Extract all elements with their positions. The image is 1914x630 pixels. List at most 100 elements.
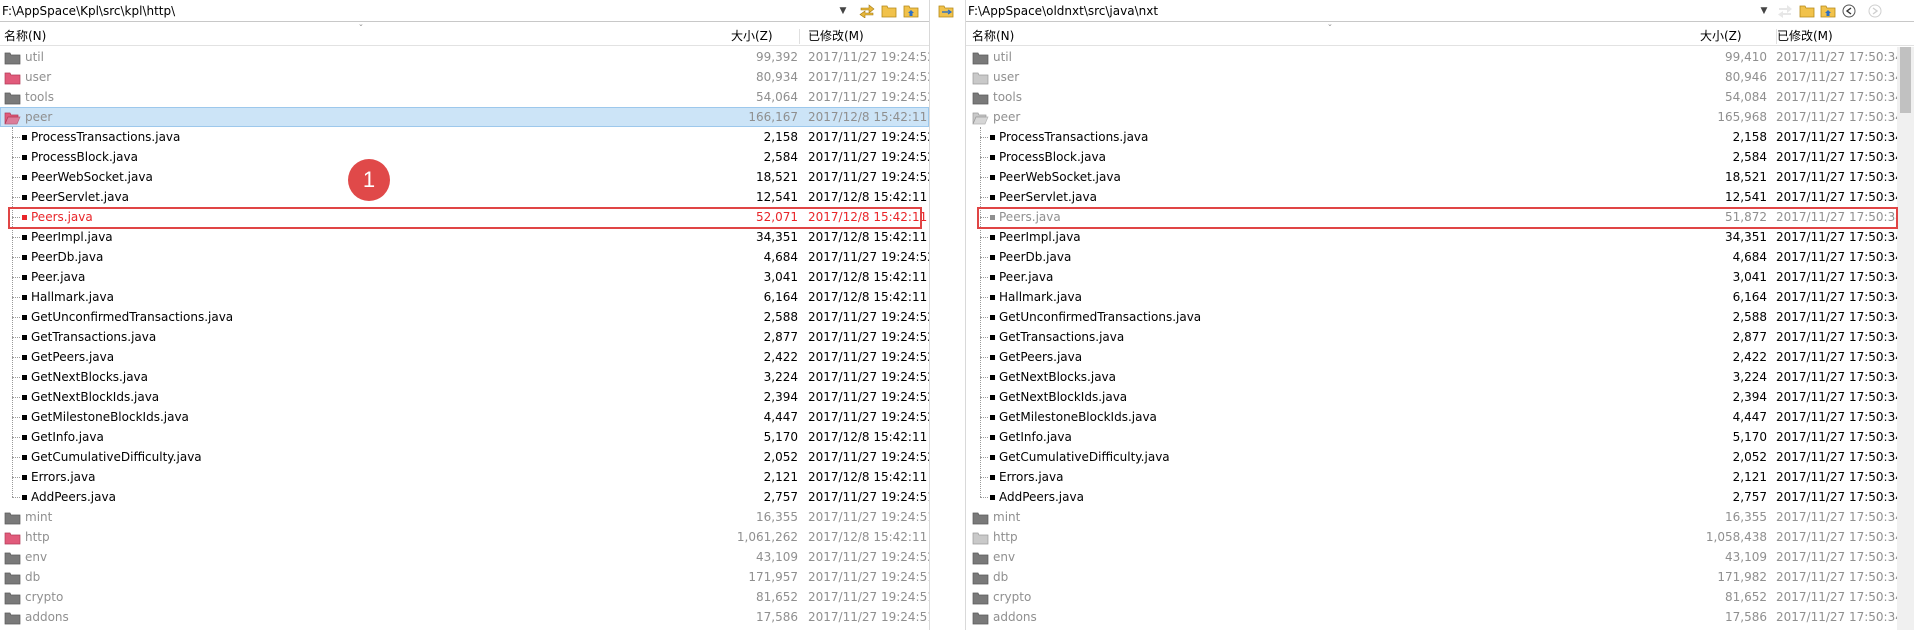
left-header-modified[interactable]: 已修改(M) <box>808 27 864 46</box>
file-row[interactable]: AddPeers.java2,7572017/11/27 19:24:51≠ <box>0 487 929 507</box>
folder-row[interactable]: env 43,109 2017/11/27 17:50:34 <box>966 547 1903 567</box>
folder-row[interactable]: util 99,410 2017/11/27 17:50:34 <box>966 47 1903 67</box>
folder-row[interactable]: env 43,109 2017/11/27 19:24:52 <box>0 547 929 567</box>
item-modified: 2017/11/27 17:50:34 <box>1776 170 1903 184</box>
file-row[interactable]: GetMilestoneBlockIds.java 4,447 2017/11/27… <box>0 407 929 427</box>
file-row[interactable]: ProcessTransactions.java 2,158 2017/11/27 … <box>966 127 1903 147</box>
folder-row[interactable]: user 80,934 2017/11/27 19:24:52 <box>0 67 929 87</box>
folder-row[interactable]: tools 54,064 2017/11/27 19:24:52 <box>0 87 929 107</box>
open-folder-icon[interactable] <box>879 2 899 20</box>
file-row[interactable]: GetMilestoneBlockIds.java 4,447 2017/11/27… <box>966 407 1903 427</box>
file-row[interactable]: GetCumulativeDifficulty.java 2,052 2017/11… <box>966 447 1903 467</box>
file-row[interactable]: ProcessTransactions.java 2,158 2017/11/27 … <box>0 127 929 147</box>
right-header-modified[interactable]: 已修改(M) <box>1777 27 1833 46</box>
compare-arrows-icon[interactable] <box>1775 2 1795 20</box>
file-row[interactable]: GetCumulativeDifficulty.java 2,052 2017/11… <box>0 447 929 467</box>
file-row[interactable]: GetPeers.java2,4222017/11/27 19:24:52≠ <box>0 347 929 367</box>
folder-row[interactable]: addons 17,586 2017/11/27 19:24:51 <box>0 607 929 627</box>
file-row[interactable]: PeerImpl.java 34,351 2017/11/27 17:50:34 <box>966 227 1903 247</box>
folder-row[interactable]: mint 16,355 2017/11/27 19:24:51 <box>0 507 929 527</box>
file-row[interactable]: ProcessBlock.java 2,584 2017/11/27 17:50:3… <box>966 147 1903 167</box>
left-path-bar: F:\AppSpace\Kpl\src\kpl\http\ ▼ <box>0 0 929 22</box>
item-name-text: GetNextBlocks.java <box>999 370 1117 384</box>
file-row[interactable]: PeerServlet.java 12,541 2017/12/8 15:42:11… <box>0 187 929 207</box>
item-modified: 2017/11/27 17:50:34 <box>1776 50 1903 64</box>
item-name: GetMilestoneBlockIds.java <box>990 407 1157 427</box>
folder-row[interactable]: mint 16,355 2017/11/27 17:50:34 <box>966 507 1903 527</box>
file-row[interactable]: GetTransactions.java 2,877 2017/11/27 19:2… <box>0 327 929 347</box>
up-folder-icon[interactable] <box>901 2 921 20</box>
open-folder-icon[interactable] <box>1797 2 1817 20</box>
folder-row[interactable]: http 1,058,438 2017/11/27 17:50:34 <box>966 527 1903 547</box>
file-row[interactable]: PeerDb.java4,6842017/11/27 19:24:52≠ <box>0 247 929 267</box>
folder-row[interactable]: http 1,061,262 2017/12/8 15:42:11 <box>0 527 929 547</box>
right-header-size[interactable]: 大小(Z) <box>1700 27 1742 46</box>
item-name-text: ProcessTransactions.java <box>31 130 181 144</box>
left-sort-indicator-icon: ⌄ <box>358 20 364 28</box>
item-size: 2,394 <box>763 390 798 404</box>
right-path-dropdown-icon[interactable]: ▼ <box>1757 2 1771 20</box>
right-path-input[interactable]: F:\AppSpace\oldnxt\src\java\nxt <box>966 2 1158 20</box>
file-row[interactable]: GetTransactions.java 2,877 2017/11/27 17:5… <box>966 327 1903 347</box>
file-row[interactable]: AddPeers.java 2,757 2017/11/27 17:50:34 <box>966 487 1903 507</box>
item-name-text: PeerWebSocket.java <box>999 170 1121 184</box>
item-name-text: util <box>25 50 44 64</box>
right-scrollbar-thumb[interactable] <box>1900 47 1911 113</box>
folder-row[interactable]: crypto 81,652 2017/11/27 17:50:34 <box>966 587 1903 607</box>
file-row[interactable]: Peers.java52,0712017/12/8 15:42:11≠ <box>0 207 929 227</box>
file-row[interactable]: Hallmark.java 6,164 2017/11/27 17:50:34 <box>966 287 1903 307</box>
file-row[interactable]: GetNextBlockIds.java 2,394 2017/11/27 17:5… <box>966 387 1903 407</box>
compare-arrows-icon[interactable] <box>857 2 877 20</box>
file-row[interactable]: GetNextBlockIds.java 2,394 2017/11/27 19:2… <box>0 387 929 407</box>
pane-splitter[interactable] <box>929 0 966 630</box>
file-row[interactable]: PeerWebSocket.java 18,521 2017/11/27 19:24… <box>0 167 929 187</box>
folder-row[interactable]: addons 17,586 2017/11/27 17:50:34 <box>966 607 1903 627</box>
folder-row[interactable]: crypto 81,652 2017/11/27 19:24:51 <box>0 587 929 607</box>
forward-icon[interactable] <box>1866 2 1886 20</box>
left-header-size[interactable]: 大小(Z) <box>731 27 773 46</box>
file-row[interactable]: ProcessBlock.java 2,584 2017/11/27 19:24:5… <box>0 147 929 167</box>
item-modified: 2017/12/8 15:42:11 <box>808 290 928 304</box>
file-row[interactable]: GetNextBlocks.java 3,224 2017/11/27 17:50:… <box>966 367 1903 387</box>
item-modified: 2017/11/27 17:50:34 <box>1776 470 1903 484</box>
item-size: 81,652 <box>756 590 798 604</box>
file-row[interactable]: Peer.java 3,041 2017/11/27 17:50:34 <box>966 267 1903 287</box>
back-icon[interactable] <box>1840 2 1860 20</box>
swap-panes-icon[interactable] <box>937 2 957 20</box>
file-icon <box>990 214 995 220</box>
item-size: 3,041 <box>1732 270 1767 284</box>
file-row[interactable]: GetInfo.java 5,170 2017/11/27 17:50:34 <box>966 427 1903 447</box>
file-icon <box>990 334 995 340</box>
folder-row[interactable]: user 80,946 2017/11/27 17:50:34 <box>966 67 1903 87</box>
file-row[interactable]: GetUnconfirmedTransactions.java 2,588 2017… <box>0 307 929 327</box>
file-row[interactable]: GetInfo.java5,1702017/12/8 15:42:11≠ <box>0 427 929 447</box>
file-row[interactable]: Errors.java2,1212017/12/8 15:42:11≠ <box>0 467 929 487</box>
left-header-name[interactable]: 名称(N) <box>4 27 46 46</box>
folder-row[interactable]: db 171,982 2017/11/27 17:50:34 <box>966 567 1903 587</box>
folder-row[interactable]: tools 54,084 2017/11/27 17:50:34 <box>966 87 1903 107</box>
item-name: Hallmark.java <box>990 287 1082 307</box>
right-vertical-scrollbar[interactable] <box>1897 47 1914 630</box>
folder-row[interactable]: peer 165,968 2017/11/27 17:50:34 <box>966 107 1903 127</box>
up-folder-icon[interactable] <box>1818 2 1838 20</box>
annotation-badge: 1 <box>348 159 390 201</box>
folder-icon <box>4 71 21 84</box>
left-path-input[interactable]: F:\AppSpace\Kpl\src\kpl\http\ <box>0 2 175 20</box>
file-row[interactable]: Peer.java3,0412017/12/8 15:42:11≠ <box>0 267 929 287</box>
folder-row[interactable]: peer 166,167 2017/12/8 15:42:11 <box>0 107 929 127</box>
folder-row[interactable]: db 171,957 2017/11/27 19:24:51 <box>0 567 929 587</box>
file-row[interactable]: PeerWebSocket.java 18,521 2017/11/27 17:50… <box>966 167 1903 187</box>
left-path-dropdown-icon[interactable]: ▼ <box>836 2 850 20</box>
file-row[interactable]: Peers.java 51,872 2017/11/27 17:50:34 <box>966 207 1903 227</box>
file-row[interactable]: GetUnconfirmedTransactions.java 2,588 2017… <box>966 307 1903 327</box>
folder-row[interactable]: util 99,392 2017/11/27 19:24:52 <box>0 47 929 67</box>
right-header-name[interactable]: 名称(N) <box>972 27 1014 46</box>
file-row[interactable]: GetPeers.java 2,422 2017/11/27 17:50:34 <box>966 347 1903 367</box>
item-modified: 2017/11/27 19:24:52 <box>808 410 929 424</box>
file-row[interactable]: Hallmark.java6,1642017/12/8 15:42:11≠ <box>0 287 929 307</box>
file-row[interactable]: Errors.java 2,121 2017/11/27 17:50:34 <box>966 467 1903 487</box>
file-row[interactable]: PeerServlet.java 12,541 2017/11/27 17:50:3… <box>966 187 1903 207</box>
file-row[interactable]: PeerDb.java 4,684 2017/11/27 17:50:34 <box>966 247 1903 267</box>
file-row[interactable]: PeerImpl.java34,3512017/12/8 15:42:11≠ <box>0 227 929 247</box>
file-row[interactable]: GetNextBlocks.java 3,224 2017/11/27 19:24:… <box>0 367 929 387</box>
